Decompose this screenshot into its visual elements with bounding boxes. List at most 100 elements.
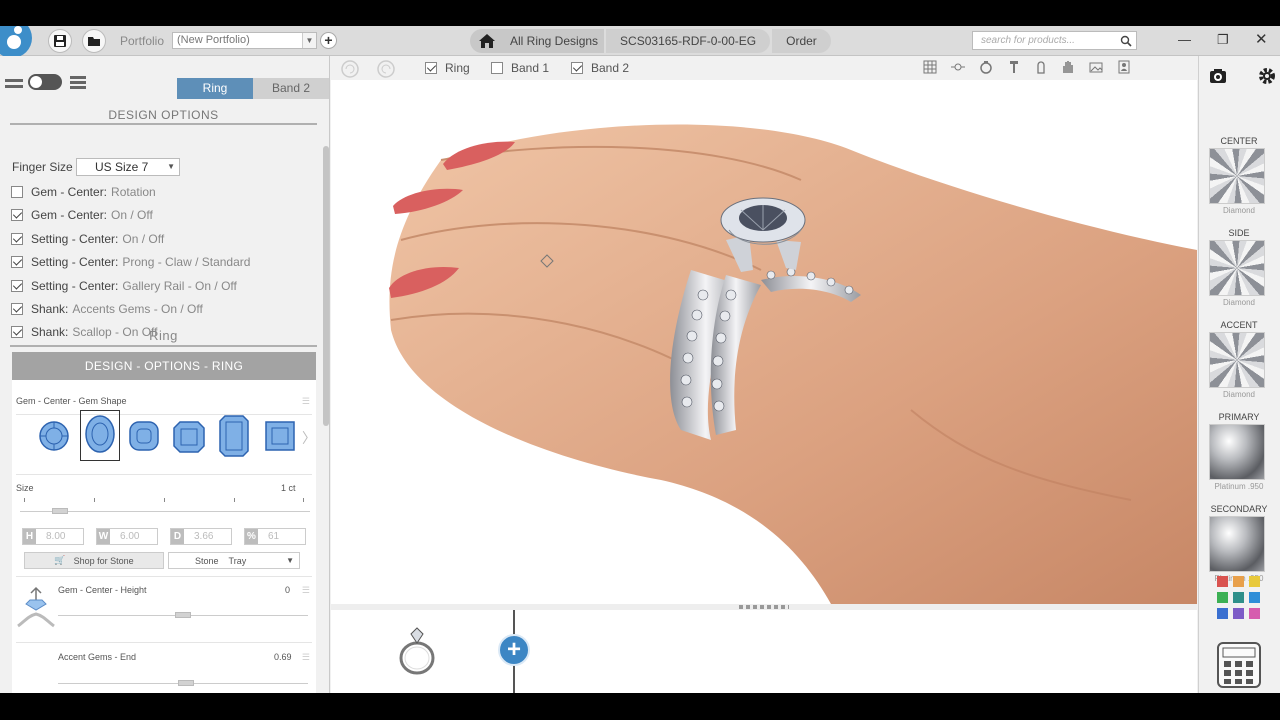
- toggle-switch[interactable]: [28, 74, 62, 90]
- diamond-material-swatch[interactable]: [1209, 148, 1265, 204]
- option-checkbox[interactable]: [11, 256, 23, 269]
- gem-shape-cushion[interactable]: [128, 420, 160, 452]
- color-swatch[interactable]: [1233, 592, 1244, 603]
- home-button[interactable]: All Ring Designs: [470, 29, 605, 53]
- finger-icon[interactable]: [1034, 60, 1048, 74]
- finger-size-select[interactable]: US Size 7 ▼: [76, 158, 180, 176]
- gem-shape-round[interactable]: [38, 420, 70, 452]
- design-options-ring-header[interactable]: DESIGN - OPTIONS - RING: [12, 352, 316, 380]
- design-option-row[interactable]: Gem - Center: On / Off: [11, 206, 153, 224]
- design-option-row[interactable]: Setting - Center: Prong - Claw / Standard: [11, 253, 250, 271]
- material-caption: Diamond: [1222, 298, 1255, 307]
- color-swatch[interactable]: [1249, 576, 1260, 587]
- option-checkbox[interactable]: [11, 279, 23, 292]
- color-swatch[interactable]: [1249, 608, 1260, 619]
- home-icon: [479, 34, 495, 48]
- color-swatch[interactable]: [1217, 576, 1228, 587]
- option-checkbox[interactable]: [11, 209, 23, 222]
- redo-icon[interactable]: [377, 60, 395, 78]
- option-value: Rotation: [111, 185, 156, 199]
- portfolio-select[interactable]: (New Portfolio) ▼: [172, 32, 317, 49]
- design-option-row[interactable]: Setting - Center: Gallery Rail - On / Off: [11, 277, 237, 295]
- ring-on-hand-render[interactable]: [331, 80, 1197, 604]
- add-design-button[interactable]: +: [498, 634, 530, 666]
- undo-icon[interactable]: [341, 60, 359, 78]
- design-options-panel: Ring Band 2 DESIGN OPTIONS Finger Size U…: [0, 56, 330, 693]
- gear-icon[interactable]: [1257, 66, 1277, 86]
- ring-view-icon[interactable]: [979, 60, 993, 74]
- portrait-icon[interactable]: [1117, 60, 1131, 74]
- restore-icon[interactable]: ❐: [1217, 32, 1229, 48]
- color-swatch[interactable]: [1217, 608, 1228, 619]
- metal-material-swatch[interactable]: [1209, 516, 1265, 572]
- option-key: Shank:: [31, 302, 69, 316]
- minimize-icon[interactable]: —: [1178, 32, 1191, 47]
- image-icon[interactable]: [1089, 60, 1103, 74]
- design-option-row[interactable]: Gem - Center: Rotation: [11, 183, 156, 201]
- gem-shape-princess[interactable]: [264, 420, 296, 452]
- search-icon[interactable]: [1120, 35, 1132, 47]
- grid-icon[interactable]: [923, 60, 937, 74]
- add-portfolio-button[interactable]: +: [320, 32, 337, 49]
- material-heading: SIDE: [1228, 228, 1250, 238]
- size-slider-handle[interactable]: [52, 508, 68, 514]
- gem-shape-emerald[interactable]: [218, 414, 250, 458]
- chevron-right-icon[interactable]: 〉: [302, 428, 316, 448]
- open-folder-button[interactable]: [82, 29, 106, 53]
- color-swatch[interactable]: [1233, 576, 1244, 587]
- shop-for-stone-button[interactable]: 🛒 Shop for Stone: [24, 552, 164, 569]
- layer-band-1-checkbox[interactable]: Band 1: [491, 61, 549, 75]
- color-swatch[interactable]: [1217, 592, 1228, 603]
- metal-material-swatch[interactable]: [1209, 424, 1265, 480]
- pin-icon[interactable]: [1007, 60, 1021, 74]
- divider: [10, 123, 317, 125]
- diamond-material-swatch[interactable]: [1209, 240, 1265, 296]
- layer-band-2-checkbox[interactable]: Band 2: [571, 61, 629, 75]
- view-toggle[interactable]: [5, 74, 105, 94]
- option-value: Scallop - On Off: [72, 325, 158, 340]
- gem-shape-oval-selected[interactable]: [80, 410, 120, 461]
- ring-thumbnail[interactable]: [395, 624, 439, 676]
- width-field[interactable]: W 6.00: [96, 528, 158, 545]
- cart-icon: 🛒: [54, 555, 66, 565]
- 3d-viewport[interactable]: [331, 80, 1197, 604]
- close-icon[interactable]: ✕: [1255, 30, 1268, 48]
- search-input[interactable]: search for products...: [972, 31, 1137, 50]
- material-heading: CENTER: [1220, 136, 1258, 146]
- hand-icon[interactable]: [1061, 60, 1075, 74]
- option-checkbox[interactable]: [11, 186, 23, 198]
- gem-shape-oval: [85, 415, 115, 453]
- tab-ring[interactable]: Ring: [177, 78, 253, 99]
- breadcrumb-order[interactable]: Order: [772, 29, 831, 53]
- layer-ring-checkbox[interactable]: Ring: [425, 61, 470, 75]
- measure-icon[interactable]: [951, 60, 965, 74]
- design-option-row[interactable]: Shank: Scallop - On Off: [11, 323, 158, 341]
- breadcrumb-product[interactable]: SCS03165-RDF-0-00-EG: [606, 29, 771, 53]
- design-option-row[interactable]: Setting - Center: On / Off: [11, 230, 164, 248]
- percent-field[interactable]: % 61: [244, 528, 306, 545]
- height-slider-handle[interactable]: [175, 612, 191, 618]
- depth-field[interactable]: D 3.66: [170, 528, 232, 545]
- option-checkbox[interactable]: [11, 232, 23, 245]
- height-field[interactable]: H 8.00: [22, 528, 84, 545]
- menu-icon[interactable]: ☰: [302, 585, 310, 596]
- material-caption: Platinum .950: [1214, 482, 1264, 491]
- stone-tray-select[interactable]: Stone Tray ▼: [168, 552, 300, 569]
- camera-icon[interactable]: [1209, 68, 1227, 84]
- gem-shape-asscher[interactable]: [172, 420, 206, 454]
- diamond-material-swatch[interactable]: [1209, 332, 1265, 388]
- accent-end-slider-handle[interactable]: [178, 680, 194, 686]
- option-value: On / Off: [122, 231, 165, 246]
- menu-icon[interactable]: ☰: [302, 396, 310, 407]
- option-checkbox[interactable]: [11, 303, 23, 315]
- panel-scrollbar[interactable]: [323, 146, 329, 426]
- calculator-icon[interactable]: [1217, 642, 1261, 688]
- breadcrumb: All Ring Designs SCS03165-RDF-0-00-EG Or…: [470, 29, 833, 53]
- tab-band-2[interactable]: Band 2: [253, 78, 329, 99]
- color-swatch[interactable]: [1249, 592, 1260, 603]
- design-option-row[interactable]: Shank: Accents Gems - On / Off: [11, 300, 203, 318]
- option-checkbox[interactable]: [11, 326, 23, 339]
- save-button[interactable]: [48, 29, 72, 53]
- color-swatch[interactable]: [1233, 608, 1244, 619]
- menu-icon[interactable]: ☰: [302, 652, 310, 663]
